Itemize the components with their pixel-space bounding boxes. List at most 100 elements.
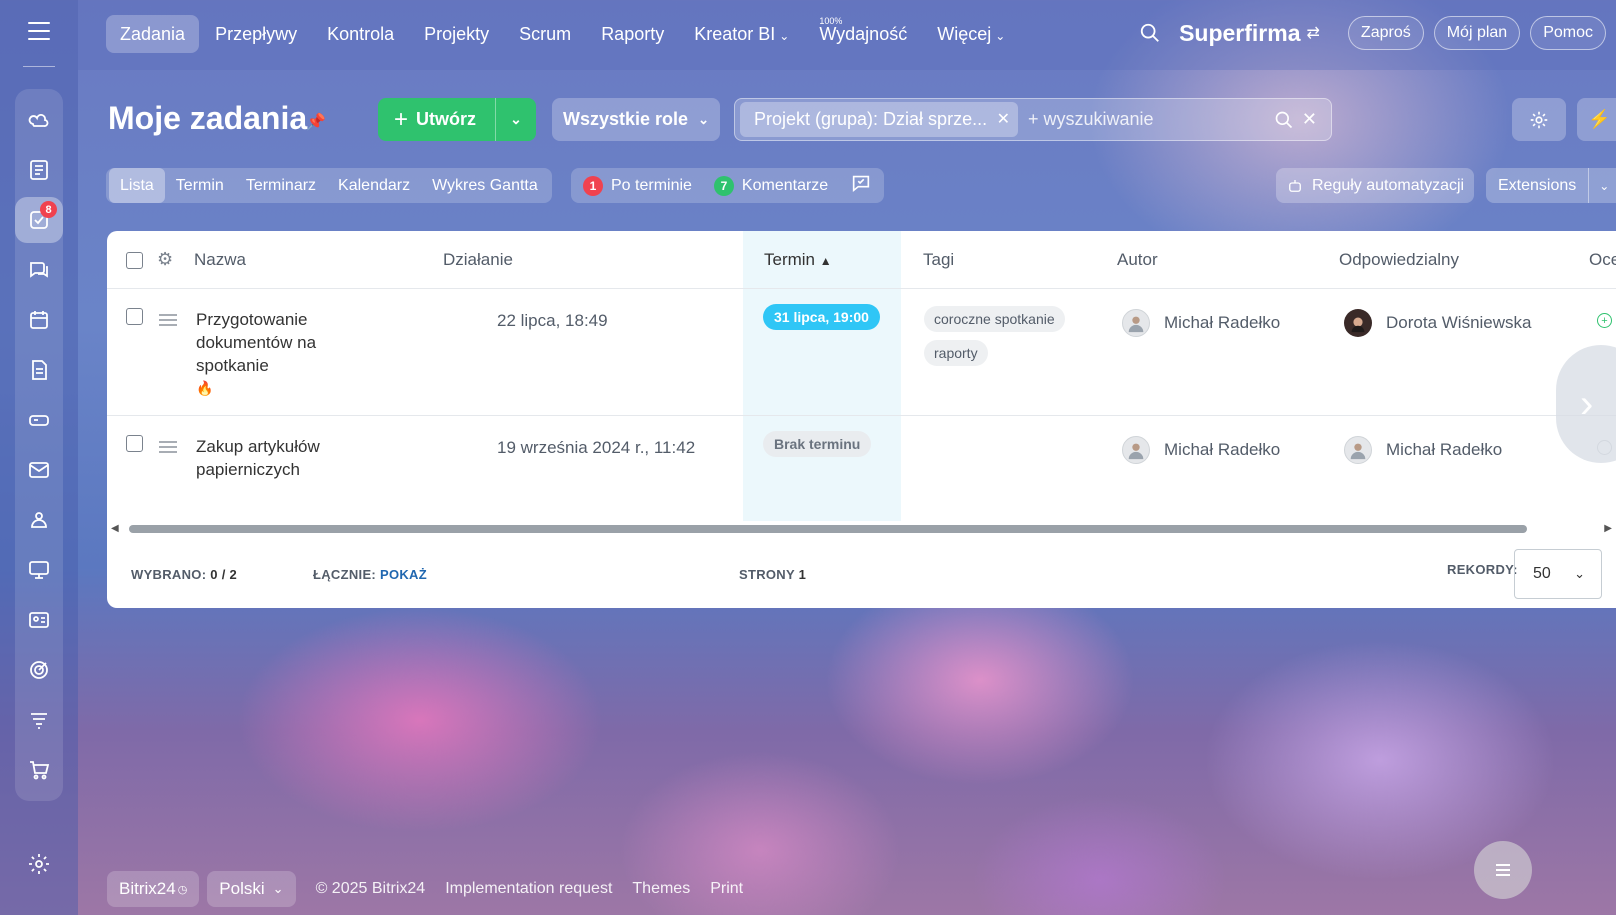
create-button[interactable]: + Utwórz ⌄	[378, 98, 536, 141]
menu-icon[interactable]	[28, 22, 50, 40]
author[interactable]: Michał Radełko	[1122, 309, 1280, 337]
scroll-left-icon[interactable]: ◀	[111, 523, 119, 534]
floating-menu-button[interactable]	[1474, 841, 1532, 899]
column-name[interactable]: Nazwa	[194, 250, 246, 270]
responsible[interactable]: Michał Radełko	[1344, 436, 1502, 464]
column-action[interactable]: Działanie	[443, 250, 513, 270]
drag-handle-icon[interactable]	[159, 314, 177, 326]
bitrix-logo[interactable]: Bitrix24 ◷	[107, 871, 200, 907]
drive-icon[interactable]	[15, 397, 63, 443]
chat-icon[interactable]	[15, 247, 63, 293]
view-tab-gantt[interactable]: Wykres Gantta	[421, 168, 549, 203]
view-tab-kalendarz[interactable]: Kalendarz	[327, 168, 421, 203]
themes-link[interactable]: Themes	[632, 880, 690, 898]
show-total-link[interactable]: POKAŻ	[380, 567, 427, 582]
news-icon[interactable]	[15, 147, 63, 193]
tab-wiecej[interactable]: Więcej ⌄	[923, 15, 1019, 53]
column-responsible[interactable]: Odpowiedzialny	[1339, 250, 1459, 270]
table-row[interactable]: Zakup artykułów papierniczych 19 wrześni…	[107, 416, 1616, 522]
chevron-down-icon[interactable]: ⌄	[496, 111, 536, 128]
chevron-down-icon[interactable]: ⌄	[1588, 168, 1609, 203]
tasks-icon[interactable]: 8	[15, 197, 63, 243]
extensions-label: Extensions	[1498, 176, 1577, 194]
close-icon[interactable]: ✕	[997, 109, 1010, 129]
implementation-request-link[interactable]: Implementation request	[445, 880, 612, 898]
search-icon[interactable]	[1274, 110, 1294, 130]
pin-icon[interactable]: 📌	[306, 112, 326, 132]
scroll-right-icon[interactable]: ▶	[1604, 523, 1612, 534]
horizontal-scrollbar[interactable]: ◀ ▶	[107, 522, 1616, 536]
select-all-checkbox[interactable]	[126, 252, 143, 269]
column-mark[interactable]: Oce	[1589, 250, 1616, 270]
settings-icon[interactable]	[15, 841, 63, 887]
tab-projekty[interactable]: Projekty	[410, 15, 503, 53]
view-tab-termin[interactable]: Termin	[165, 168, 235, 203]
help-button[interactable]: Pomoc	[1530, 16, 1606, 50]
row-checkbox[interactable]	[126, 308, 143, 325]
company-settings-icon[interactable]: ⇄	[1307, 23, 1320, 43]
search-icon[interactable]	[1139, 22, 1161, 44]
activity-date: 19 września 2024 r., 11:42	[497, 438, 696, 457]
tab-kreator-bi[interactable]: Kreator BI ⌄	[680, 15, 803, 53]
chevron-down-icon: ⌄	[1574, 566, 1585, 581]
tab-scrum[interactable]: Scrum	[505, 15, 585, 53]
filter-chip[interactable]: Projekt (grupa): Dział sprze... ✕	[740, 102, 1018, 137]
read-all-icon[interactable]	[850, 172, 872, 199]
deadline-badge[interactable]: Brak terminu	[763, 431, 872, 457]
print-link[interactable]: Print	[710, 880, 743, 898]
view-tab-lista[interactable]: Lista	[109, 168, 165, 203]
roles-dropdown[interactable]: Wszystkie role ⌄	[552, 98, 720, 141]
tag-chip[interactable]: coroczne spotkanie	[924, 306, 1065, 332]
pages-label: STRONY	[739, 567, 795, 582]
next-arrow-icon[interactable]: ›	[1556, 345, 1616, 463]
filter-search-box[interactable]: Projekt (grupa): Dział sprze... ✕ + wysz…	[734, 98, 1332, 141]
tab-przeplywy[interactable]: Przepływy	[201, 15, 311, 53]
cart-icon[interactable]	[15, 747, 63, 793]
search-input[interactable]: + wyszukiwanie	[1028, 109, 1274, 130]
column-deadline[interactable]: Termin ▲	[764, 250, 832, 270]
crm-icon[interactable]	[15, 597, 63, 643]
docs-icon[interactable]	[15, 347, 63, 393]
drag-handle-icon[interactable]	[159, 441, 177, 453]
records-per-page-select[interactable]: 50 ⌄	[1514, 549, 1602, 599]
responsible[interactable]: Dorota Wiśniewska	[1344, 309, 1532, 337]
language-select[interactable]: Polski ⌄	[207, 871, 296, 907]
tab-raporty[interactable]: Raporty	[587, 15, 678, 53]
groups-icon[interactable]	[15, 497, 63, 543]
tab-wydajnosc[interactable]: 100% Wydajność	[805, 15, 921, 53]
calendar-icon[interactable]	[15, 297, 63, 343]
automation-rules-button[interactable]: Reguły automatyzacji	[1276, 168, 1475, 203]
scrollbar-thumb[interactable]	[129, 525, 1527, 533]
column-tags[interactable]: Tagi	[923, 250, 954, 270]
counter-comments[interactable]: 7 Komentarze	[713, 175, 828, 196]
extensions-button[interactable]: Extensions ⌄	[1486, 168, 1616, 203]
deadline-badge[interactable]: 31 lipca, 19:00	[763, 304, 880, 330]
task-title[interactable]: Zakup artykułów papierniczych	[196, 435, 336, 481]
mark-positive-icon[interactable]: +	[1597, 313, 1612, 328]
feed-icon[interactable]	[15, 97, 63, 143]
mail-icon[interactable]	[15, 447, 63, 493]
counter-overdue[interactable]: 1 Po terminie	[583, 175, 692, 196]
column-author[interactable]: Autor	[1117, 250, 1158, 270]
bolt-button[interactable]: ⚡	[1577, 98, 1616, 141]
table-row[interactable]: Przygotowanie dokumentów na spotkanie 🔥 …	[107, 289, 1616, 416]
goals-icon[interactable]	[15, 647, 63, 693]
task-title[interactable]: Przygotowanie dokumentów na spotkanie 🔥	[196, 308, 336, 400]
company-name[interactable]: Superfirma	[1179, 20, 1300, 47]
view-tab-terminarz[interactable]: Terminarz	[235, 168, 327, 203]
tab-zadania[interactable]: Zadania	[106, 15, 200, 53]
automation-label: Reguły automatyzacji	[1312, 176, 1465, 194]
invite-button[interactable]: Zaproś	[1347, 16, 1424, 50]
selected-counter: WYBRANO: 0 / 2	[131, 567, 237, 582]
create-main[interactable]: + Utwórz	[378, 98, 496, 141]
my-plan-button[interactable]: Mój plan	[1433, 16, 1521, 50]
clear-icon[interactable]: ✕	[1302, 109, 1317, 130]
author[interactable]: Michał Radełko	[1122, 436, 1280, 464]
tag-chip[interactable]: raporty	[924, 340, 988, 366]
sites-icon[interactable]	[15, 547, 63, 593]
filter-icon[interactable]	[15, 697, 63, 743]
tab-kontrola[interactable]: Kontrola	[313, 15, 408, 53]
gear-icon[interactable]: ⚙	[157, 249, 173, 270]
row-checkbox[interactable]	[126, 435, 143, 452]
settings-button[interactable]	[1512, 98, 1566, 141]
